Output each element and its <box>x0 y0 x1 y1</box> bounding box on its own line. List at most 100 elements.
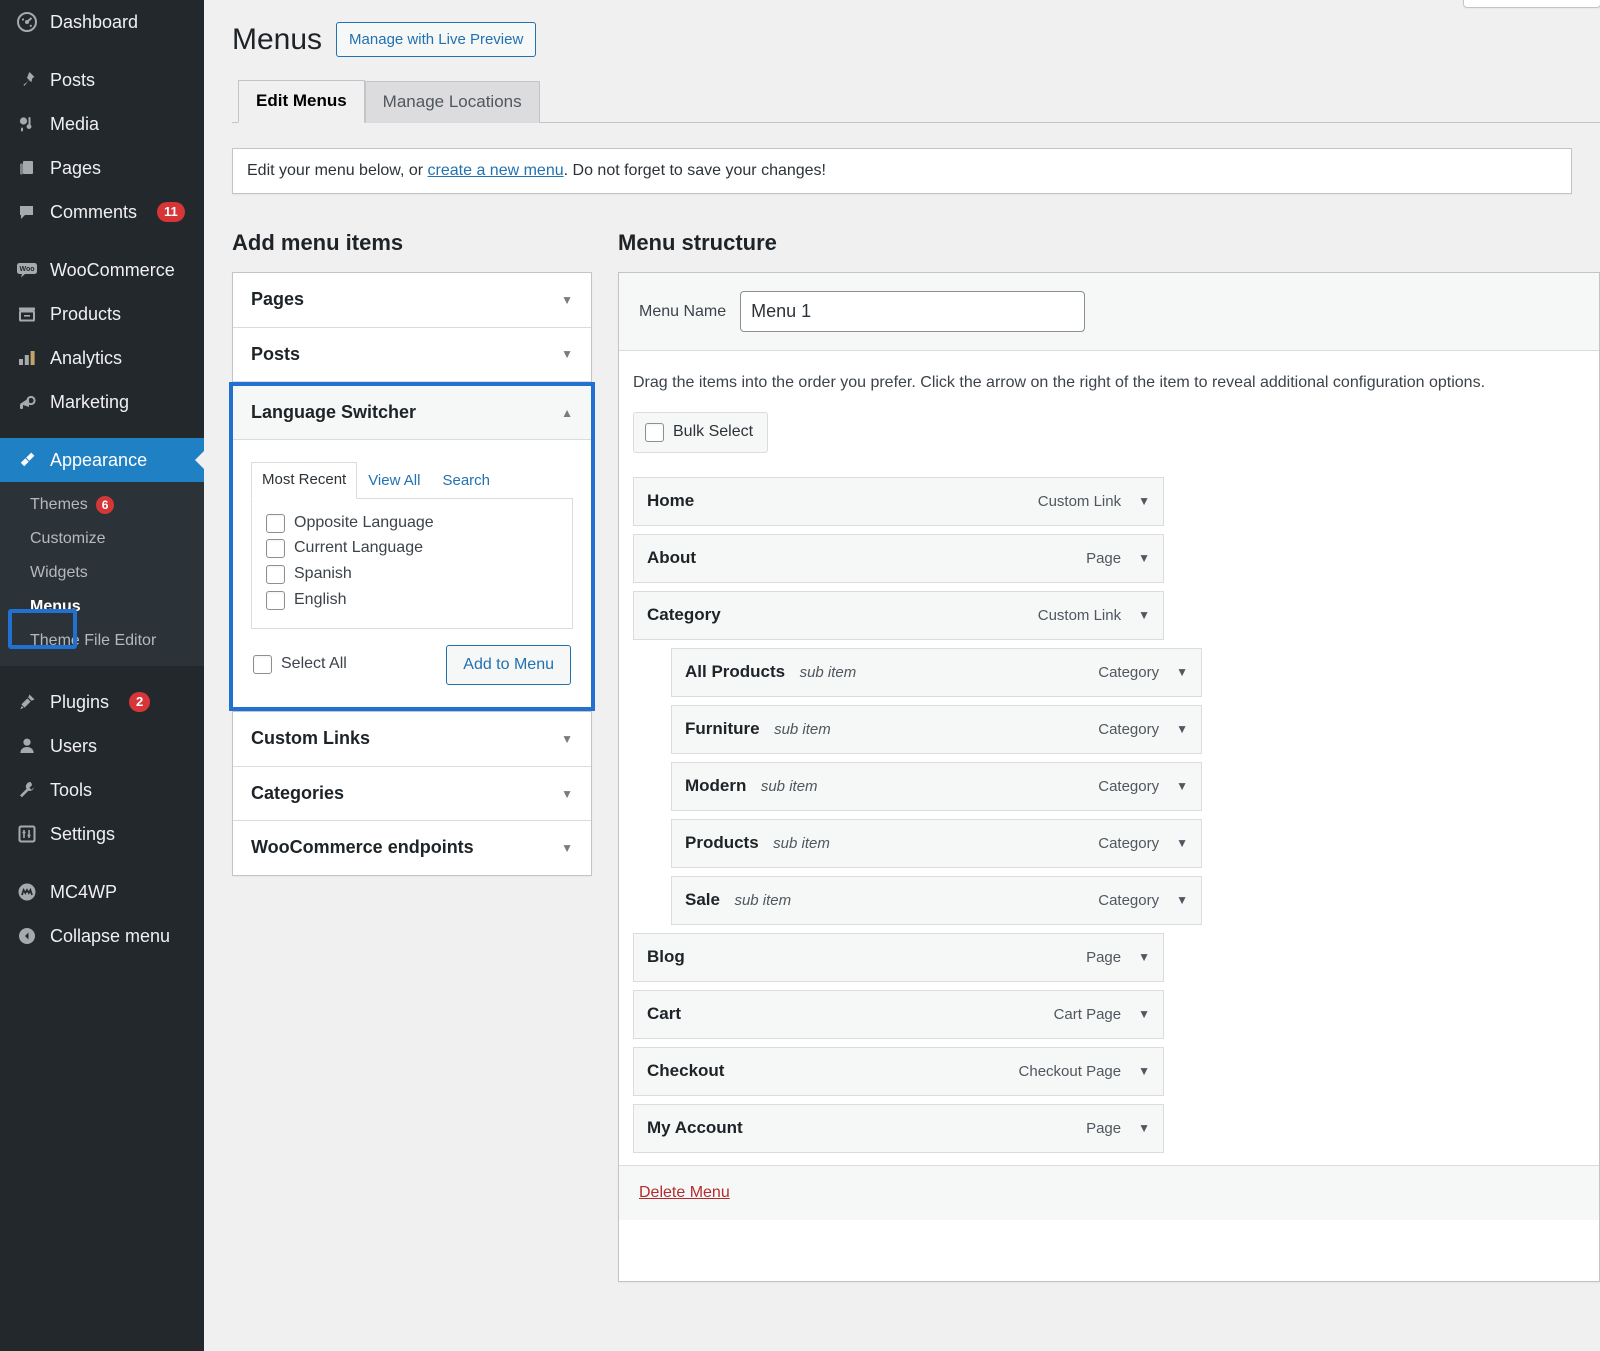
delete-menu-link[interactable]: Delete Menu <box>639 1184 730 1201</box>
add-menu-items-title: Add menu items <box>232 230 404 255</box>
manage-with-live-preview-button[interactable]: Manage with Live Preview <box>336 22 537 57</box>
list-item[interactable]: Opposite Language <box>266 511 558 537</box>
submenu-label: Themes <box>30 496 88 513</box>
tab-edit-menus[interactable]: Edit Menus <box>238 80 365 123</box>
chevron-down-icon[interactable]: ▼ <box>561 733 573 745</box>
sidebar-item-media[interactable]: Media <box>0 102 204 146</box>
table-row[interactable]: Checkout Checkout Page ▼ <box>633 1046 1164 1096</box>
sidebar-item-theme-file-editor[interactable]: Theme File Editor <box>0 624 204 658</box>
chevron-down-icon[interactable]: ▼ <box>1138 1122 1150 1134</box>
chevron-down-icon[interactable]: ▼ <box>561 348 573 360</box>
chevron-down-icon[interactable]: ▼ <box>1138 609 1150 621</box>
sidebar-item-comments[interactable]: Comments 11 <box>0 190 204 234</box>
menu-item-type: Custom Link <box>1037 492 1122 510</box>
table-row[interactable]: Furniture sub item Category ▼ <box>671 704 1202 754</box>
accordion-label: Custom Links <box>251 728 371 749</box>
checkbox-english[interactable] <box>266 590 285 610</box>
tab-manage-locations[interactable]: Manage Locations <box>364 81 540 123</box>
sidebar-item-dashboard[interactable]: Dashboard <box>0 0 204 44</box>
checkbox-select-all[interactable] <box>253 655 272 675</box>
menu-name-input[interactable] <box>740 291 1086 332</box>
sidebar-item-users[interactable]: Users <box>0 724 204 768</box>
sidebar-item-marketing[interactable]: Marketing <box>0 380 204 424</box>
accordion-posts-header[interactable]: Posts ▼ <box>233 328 591 382</box>
table-row[interactable]: About Page ▼ <box>633 533 1164 583</box>
menu-item-title-wrap: All Products sub item <box>685 662 856 682</box>
sidebar-item-menus[interactable]: Menus <box>0 590 204 624</box>
sidebar-item-pages[interactable]: Pages <box>0 146 204 190</box>
table-row[interactable]: Products sub item Category ▼ <box>671 818 1202 868</box>
chevron-down-icon[interactable]: ▼ <box>1138 951 1150 963</box>
sidebar-item-themes[interactable]: Themes 6 <box>0 488 204 522</box>
bulk-select-toggle[interactable]: Bulk Select <box>633 412 769 453</box>
chevron-down-icon[interactable]: ▼ <box>561 788 573 800</box>
accordion-custom-links-header[interactable]: Custom Links ▼ <box>233 712 591 766</box>
tab-view-all[interactable]: View All <box>357 463 431 499</box>
chevron-down-icon[interactable]: ▼ <box>1138 1008 1150 1020</box>
chevron-down-icon[interactable]: ▼ <box>1138 1065 1150 1077</box>
table-row[interactable]: Home Custom Link ▼ <box>633 476 1164 526</box>
notice-text-after: . Do not forget to save your changes! <box>563 162 826 179</box>
chevron-down-icon[interactable]: ▼ <box>1176 666 1188 678</box>
sidebar-item-products[interactable]: Products <box>0 292 204 336</box>
table-row[interactable]: Sale sub item Category ▼ <box>671 875 1202 925</box>
chevron-down-icon[interactable]: ▼ <box>1176 780 1188 792</box>
checkbox-bulk-select[interactable] <box>645 423 664 443</box>
chevron-up-icon[interactable]: ▲ <box>561 407 573 419</box>
list-item[interactable]: Spanish <box>266 562 558 588</box>
sidebar-item-customize[interactable]: Customize <box>0 522 204 556</box>
sidebar-item-mc4wp[interactable]: MC4WP <box>0 870 204 914</box>
accordion-categories-header[interactable]: Categories ▼ <box>233 767 591 821</box>
tab-most-recent[interactable]: Most Recent <box>251 462 358 499</box>
accordion-pages: Pages ▼ <box>233 273 591 328</box>
chevron-down-icon[interactable]: ▼ <box>1138 552 1150 564</box>
chevron-down-icon[interactable]: ▼ <box>1176 723 1188 735</box>
accordion-language-switcher-header[interactable]: Language Switcher ▲ <box>233 386 591 441</box>
chevron-down-icon[interactable]: ▼ <box>1176 837 1188 849</box>
themes-count-badge: 6 <box>95 496 115 514</box>
sidebar-item-appearance[interactable]: Appearance <box>0 438 205 482</box>
sidebar-item-plugins[interactable]: Plugins 2 <box>0 680 204 724</box>
accordion-label: WooCommerce endpoints <box>251 837 474 858</box>
table-row[interactable]: Cart Cart Page ▼ <box>633 989 1164 1039</box>
sidebar-item-collapse-menu[interactable]: Collapse menu <box>0 914 204 958</box>
sidebar-item-posts[interactable]: Posts <box>0 58 204 102</box>
list-item[interactable]: English <box>266 588 558 614</box>
screen-options-button[interactable]: Screen Options <box>1462 0 1600 8</box>
checkbox-current-language[interactable] <box>266 539 285 559</box>
sidebar-item-woocommerce[interactable]: Woo WooCommerce <box>0 248 204 292</box>
accordion-woocommerce-endpoints-header[interactable]: WooCommerce endpoints ▼ <box>233 821 591 875</box>
create-a-new-menu-link[interactable]: create a new menu <box>428 162 564 179</box>
sidebar-item-settings[interactable]: Settings <box>0 812 204 856</box>
table-row[interactable]: Category Custom Link ▼ <box>633 590 1164 640</box>
main-content: Screen Options Menus Manage with Live Pr… <box>204 0 1600 1351</box>
sidebar-item-widgets[interactable]: Widgets <box>0 556 204 590</box>
table-row[interactable]: Modern sub item Category ▼ <box>671 761 1202 811</box>
users-icon <box>16 735 38 757</box>
chevron-down-icon[interactable]: ▼ <box>561 842 573 854</box>
menu-item-meta: Page ▼ <box>1086 1120 1150 1137</box>
chevron-down-icon[interactable]: ▼ <box>561 294 573 306</box>
list-item[interactable]: Current Language <box>266 536 558 562</box>
sidebar-item-tools[interactable]: Tools <box>0 768 204 812</box>
checkbox-spanish[interactable] <box>266 565 285 585</box>
sidebar-item-label: Posts <box>50 70 96 90</box>
chevron-down-icon[interactable]: ▼ <box>1176 894 1188 906</box>
select-all-row[interactable]: Select All <box>253 652 347 678</box>
table-row[interactable]: All Products sub item Category ▼ <box>671 647 1202 697</box>
menu-name-bar: Menu Name <box>619 273 1599 351</box>
sidebar-item-label: Media <box>50 114 100 134</box>
sidebar-item-analytics[interactable]: Analytics <box>0 336 204 380</box>
chevron-down-icon[interactable]: ▼ <box>1138 495 1150 507</box>
tab-search[interactable]: Search <box>431 463 501 499</box>
accordion-pages-header[interactable]: Pages ▼ <box>233 273 591 327</box>
menu-item-sub-label: sub item <box>773 835 830 853</box>
add-to-menu-button[interactable]: Add to Menu <box>446 644 571 686</box>
menu-item-type: Page <box>1086 1119 1122 1137</box>
collapse-icon <box>16 925 38 947</box>
table-row[interactable]: Blog Page ▼ <box>633 932 1164 982</box>
accordion-language-switcher: Language Switcher ▲ Most Recent View All… <box>229 382 595 712</box>
table-row[interactable]: My Account Page ▼ <box>633 1103 1164 1153</box>
checkbox-opposite-language[interactable] <box>266 513 285 533</box>
menu-item-sub-label: sub item <box>760 778 818 796</box>
